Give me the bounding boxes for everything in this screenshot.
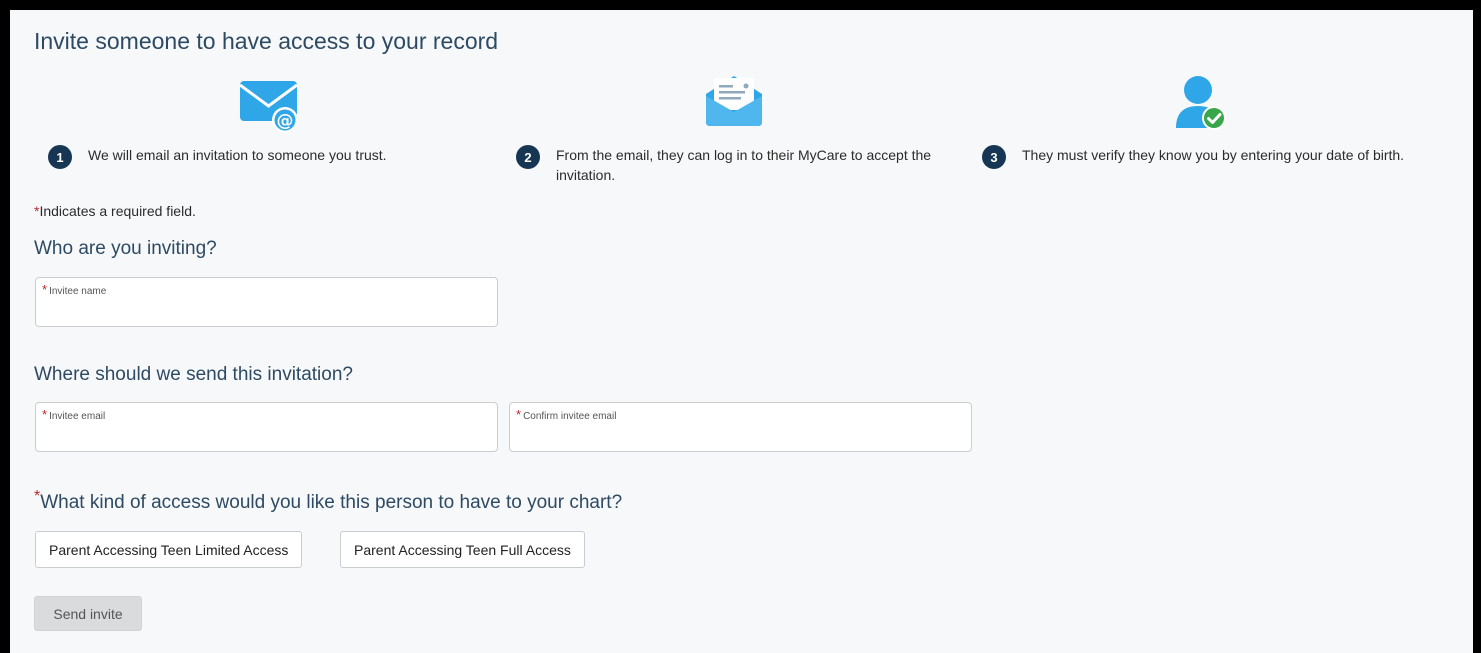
page-title: Invite someone to have access to your re… xyxy=(34,28,499,54)
invitee-name-input[interactable] xyxy=(42,301,491,321)
invitee-email-label: * Invitee email xyxy=(42,407,106,422)
user-verified-icon xyxy=(1176,76,1226,130)
invite-panel: Invite someone to have access to your re… xyxy=(10,10,1473,653)
step-2: 2 From the email, they can log in to the… xyxy=(516,145,936,185)
step-3: 3 They must verify they know you by ente… xyxy=(982,145,1422,169)
required-star: * xyxy=(516,407,522,422)
required-star: * xyxy=(34,488,41,505)
invitee-name-label: * Invitee name xyxy=(42,282,107,297)
confirm-invitee-email-input[interactable] xyxy=(516,426,965,446)
step-text: We will email an invitation to someone y… xyxy=(88,147,387,163)
required-field-note: *Indicates a required field. xyxy=(34,203,196,219)
svg-text:@: @ xyxy=(277,111,294,131)
access-heading: *What kind of access would you like this… xyxy=(34,488,623,513)
limited-access-option-button[interactable]: Parent Accessing Teen Limited Access xyxy=(35,531,303,568)
step-number-badge: 2 xyxy=(516,145,540,169)
confirm-invitee-email-field[interactable]: * Confirm invitee email xyxy=(509,402,972,452)
required-note-text: Indicates a required field. xyxy=(39,203,196,219)
step-text: They must verify they know you by enteri… xyxy=(1022,147,1405,163)
open-envelope-icon xyxy=(706,76,762,126)
send-invite-button[interactable]: Send invite xyxy=(34,596,142,631)
step-1: 1 We will email an invitation to someone… xyxy=(48,145,488,169)
invitee-heading: Who are you inviting? xyxy=(34,238,217,259)
required-star: * xyxy=(42,282,48,297)
invitee-name-field[interactable]: * Invitee name xyxy=(35,277,498,327)
required-star: * xyxy=(42,407,48,422)
confirm-invitee-email-label: * Confirm invitee email xyxy=(516,407,617,422)
step-number-badge: 1 xyxy=(48,145,72,169)
email-at-icon: @ xyxy=(239,81,298,133)
step-text: From the email, they can log in to their… xyxy=(556,147,932,183)
email-heading: Where should we send this invitation? xyxy=(34,364,353,385)
step-number-badge: 3 xyxy=(982,145,1006,169)
full-access-option-button[interactable]: Parent Accessing Teen Full Access xyxy=(340,531,585,568)
invitee-email-field[interactable]: * Invitee email xyxy=(35,402,498,452)
invitee-email-input[interactable] xyxy=(42,426,491,446)
